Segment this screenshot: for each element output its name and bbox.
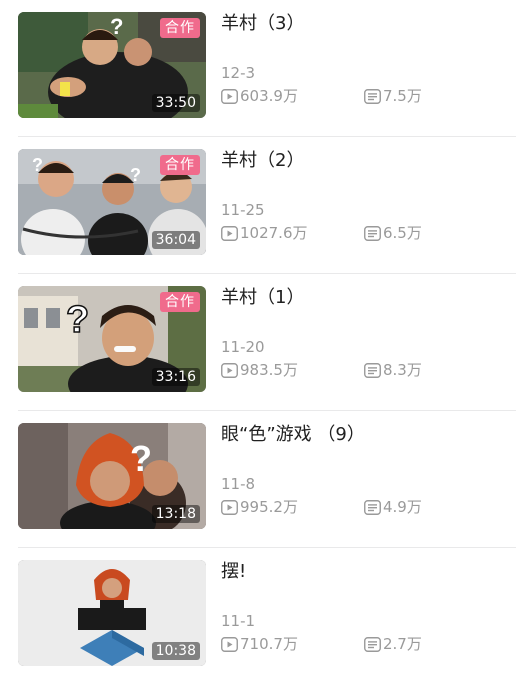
video-title[interactable]: 羊村（1）	[221, 286, 304, 310]
danmaku-count-icon	[364, 89, 381, 104]
video-item[interactable]: ? ? 合作 36:04 羊村（2） 11-25 1027.6万 6.5万	[0, 137, 516, 274]
danmaku-count-icon	[364, 363, 381, 378]
video-duration: 13:18	[151, 505, 200, 523]
video-stats: 1027.6万 6.5万	[221, 223, 511, 243]
collab-badge: 合作	[160, 155, 200, 175]
danmaku-count-value: 2.7万	[383, 635, 422, 653]
play-count-value: 1027.6万	[240, 224, 308, 242]
video-item[interactable]: 10:38 摆! 11-1 710.7万 2.7万	[0, 548, 516, 685]
danmaku-count-icon	[364, 226, 381, 241]
danmaku-count: 7.5万	[364, 86, 422, 106]
collab-badge: 合作	[160, 292, 200, 312]
play-count-icon	[221, 500, 238, 515]
danmaku-count: 4.9万	[364, 497, 422, 517]
danmaku-count: 8.3万	[364, 360, 422, 380]
danmaku-count-value: 7.5万	[383, 87, 422, 105]
video-stats: 603.9万 7.5万	[221, 86, 511, 106]
video-duration: 33:50	[151, 94, 200, 112]
video-item[interactable]: ? 合作 33:50 羊村（3） 12-3 603.9万 7.5万	[0, 0, 516, 137]
upload-date: 11-20	[221, 338, 265, 356]
play-count-icon	[221, 363, 238, 378]
play-count: 603.9万	[221, 86, 298, 106]
play-count-icon	[221, 226, 238, 241]
video-duration: 36:04	[151, 231, 200, 249]
danmaku-count: 2.7万	[364, 634, 422, 654]
svg-text:?: ?	[130, 438, 152, 479]
play-count-icon	[221, 637, 238, 652]
video-title[interactable]: 眼“色”游戏 （9）	[221, 423, 365, 447]
video-thumbnail[interactable]: ? 13:18	[18, 423, 206, 529]
play-count-value: 983.5万	[240, 361, 298, 379]
danmaku-count-icon	[364, 637, 381, 652]
video-title[interactable]: 羊村（2）	[221, 149, 304, 173]
danmaku-count: 6.5万	[364, 223, 422, 243]
collab-badge: 合作	[160, 18, 200, 38]
video-stats: 710.7万 2.7万	[221, 634, 511, 654]
danmaku-count-value: 4.9万	[383, 498, 422, 516]
video-duration: 10:38	[151, 642, 200, 660]
upload-date: 11-25	[221, 201, 265, 219]
video-item[interactable]: ? 合作 33:16 羊村（1） 11-20 983.5万 8.3万	[0, 274, 516, 411]
upload-date: 12-3	[221, 64, 256, 82]
play-count: 710.7万	[221, 634, 298, 654]
play-count: 1027.6万	[221, 223, 308, 243]
upload-date: 11-1	[221, 612, 256, 630]
play-count: 983.5万	[221, 360, 298, 380]
play-count-icon	[221, 89, 238, 104]
svg-text:?: ?	[32, 155, 43, 175]
danmaku-count-value: 6.5万	[383, 224, 422, 242]
video-thumbnail[interactable]: ? 合作 33:50	[18, 12, 206, 118]
play-count-value: 995.2万	[240, 498, 298, 516]
svg-text:?: ?	[66, 299, 89, 341]
video-item[interactable]: ? 13:18 眼“色”游戏 （9） 11-8 995.2万 4.9万	[0, 411, 516, 548]
svg-text:?: ?	[130, 165, 141, 185]
play-count-value: 710.7万	[240, 635, 298, 653]
video-title[interactable]: 摆!	[221, 560, 246, 584]
play-count-value: 603.9万	[240, 87, 298, 105]
upload-date: 11-8	[221, 475, 256, 493]
svg-text:?: ?	[110, 14, 123, 39]
video-stats: 995.2万 4.9万	[221, 497, 511, 517]
video-duration: 33:16	[151, 368, 200, 386]
play-count: 995.2万	[221, 497, 298, 517]
video-thumbnail[interactable]: ? ? 合作 36:04	[18, 149, 206, 255]
video-title[interactable]: 羊村（3）	[221, 12, 304, 36]
danmaku-count-value: 8.3万	[383, 361, 422, 379]
danmaku-count-icon	[364, 500, 381, 515]
video-stats: 983.5万 8.3万	[221, 360, 511, 380]
video-thumbnail[interactable]: ? 合作 33:16	[18, 286, 206, 392]
video-thumbnail[interactable]: 10:38	[18, 560, 206, 666]
